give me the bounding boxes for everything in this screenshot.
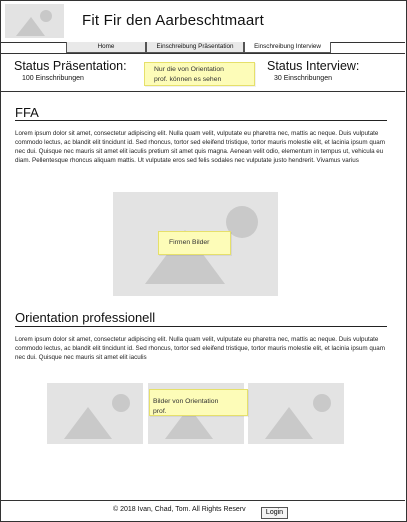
note-line: prof. können es sehen bbox=[154, 76, 222, 83]
site-header: Fit Fir den Aarbeschtmaart bbox=[0, 0, 405, 43]
status-praesentation-count: 100 Einschribungen bbox=[22, 75, 84, 82]
nav-tab-einschreibung-praesentation[interactable]: Einschreibung Präsentation bbox=[146, 42, 244, 53]
note-line: Nur die von Orientation bbox=[154, 66, 224, 73]
orientation-heading: Orientation professionell bbox=[15, 310, 156, 325]
sticky-note-orientation-images: Bilder von Orientation prof. bbox=[149, 389, 248, 416]
status-praesentation-title: Status Präsentation: bbox=[14, 59, 127, 73]
login-button[interactable]: Login bbox=[261, 507, 288, 519]
nav-tab-home[interactable]: Home bbox=[66, 42, 146, 53]
image-placeholder-icon bbox=[64, 394, 130, 439]
copyright-text: © 2018 Ivan, Chad, Tom. All Rights Reser… bbox=[113, 506, 246, 513]
ffa-divider bbox=[15, 120, 387, 121]
image-placeholder-icon bbox=[16, 10, 52, 36]
note-line: Bilder von Orientation bbox=[153, 398, 219, 405]
image-placeholder-icon bbox=[265, 394, 331, 439]
sticky-note-visibility: Nur die von Orientation prof. können es … bbox=[144, 62, 255, 86]
logo-image-placeholder[interactable] bbox=[5, 4, 64, 38]
ffa-paragraph: Lorem ipsum dolor sit amet, consectetur … bbox=[15, 130, 385, 164]
orientation-image-1[interactable] bbox=[47, 383, 143, 444]
orientation-image-3[interactable] bbox=[248, 383, 344, 444]
note-line: prof. bbox=[153, 408, 167, 415]
sticky-note-company-images: Firmen Bilder bbox=[158, 231, 231, 255]
orientation-paragraph: Lorem ipsum dolor sit amet, consectetur … bbox=[15, 336, 385, 361]
main-nav: Home Einschreibung Präsentation Einschre… bbox=[66, 42, 331, 53]
nav-tab-einschreibung-interview[interactable]: Einschreibung Interview bbox=[244, 42, 331, 53]
site-footer: © 2018 Ivan, Chad, Tom. All Rights Reser… bbox=[0, 500, 405, 521]
status-interview-count: 30 Einschribungen bbox=[274, 75, 332, 82]
ffa-heading: FFA bbox=[15, 105, 39, 120]
status-interview-title: Status Interview: bbox=[267, 59, 360, 73]
orientation-divider bbox=[15, 326, 387, 327]
site-title: Fit Fir den Aarbeschtmaart bbox=[82, 12, 264, 29]
